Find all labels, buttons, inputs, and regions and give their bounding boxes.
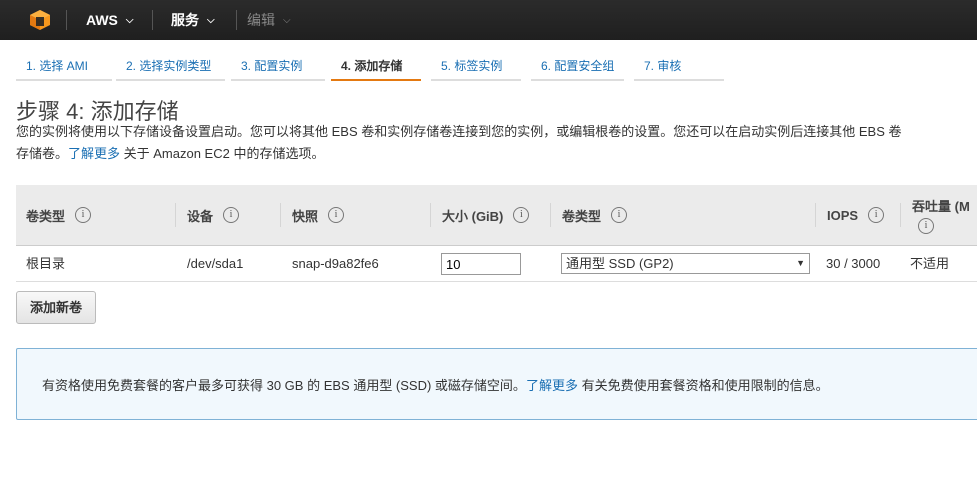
column-header-iops[interactable]: IOPS i [827,185,885,245]
column-header-snapshot[interactable]: 快照 i [292,185,345,245]
column-divider [815,203,816,227]
column-header-device[interactable]: 设备 i [187,185,240,245]
learn-more-link[interactable]: 了解更多 [526,378,578,393]
column-divider [175,203,176,227]
info-text: 有资格使用免费套餐的客户最多可获得 30 GB 的 EBS 通用型 (SSD) … [42,378,526,393]
step-label: 6. 配置安全组 [541,59,615,73]
column-header-label: IOPS [827,207,859,223]
step-underline [331,79,421,81]
step-underline [16,79,112,81]
nav-divider [236,10,237,30]
step-label: 3. 配置实例 [241,59,303,73]
nav-divider [66,10,67,30]
step-review[interactable]: 7. 审核 [634,57,724,81]
info-icon[interactable]: i [223,207,240,223]
step-configure-security-group[interactable]: 6. 配置安全组 [531,57,624,81]
step-underline [116,79,225,81]
edit-menu-label: 编辑 [247,12,275,28]
info-icon[interactable]: i [868,207,885,223]
info-icon[interactable]: i [611,207,628,223]
table-header: 卷类型 i 设备 i 快照 i 大小 (GiB) i 卷类型 i IOPS i 吞吐量 (M… [16,185,977,246]
nav-divider [152,10,153,30]
info-icon[interactable]: i [328,207,345,223]
cell-throughput: 不适用 [910,256,950,271]
cell-volume-type: 根目录 [26,256,66,271]
step-configure-instance[interactable]: 3. 配置实例 [231,57,325,81]
page-description: 您的实例将使用以下存储设备设置启动。您可以将其他 EBS 卷和实例存储卷连接到您… [16,121,977,165]
services-menu[interactable]: 服务 ⌵ [171,0,215,40]
column-header-label: 卷类型 [562,208,602,224]
chevron-down-icon: ⌵ [283,15,291,27]
step-underline [431,79,521,81]
step-label: 5. 标签实例 [441,59,503,73]
cell-device: /dev/sda1 [187,256,244,271]
aws-menu[interactable]: AWS ⌵ [86,0,133,40]
info-icon[interactable]: i [75,207,92,223]
top-navbar: AWS ⌵ 服务 ⌵ 编辑 ⌵ [0,0,977,40]
column-divider [280,203,281,227]
step-tag-instance[interactable]: 5. 标签实例 [431,57,521,81]
volume-type-selected: 通用型 SSD (GP2) [566,256,674,271]
info-icon[interactable]: i [513,207,530,223]
aws-cube-logo-icon[interactable] [29,9,51,31]
cell-snapshot: snap-d9a82fe6 [292,256,379,271]
column-divider [430,203,431,227]
services-menu-label: 服务 [171,12,199,28]
step-add-storage[interactable]: 4. 添加存储 [331,57,421,81]
info-text: 有关免费使用套餐资格和使用限制的信息。 [577,378,829,393]
edit-menu[interactable]: 编辑 ⌵ [247,0,291,40]
aws-menu-label: AWS [86,12,118,28]
step-choose-instance-type[interactable]: 2. 选择实例类型 [116,57,225,81]
column-divider [900,203,901,227]
step-underline [231,79,325,81]
description-text: 关于 Amazon EC2 中的存储选项。 [120,146,325,161]
column-divider [550,203,551,227]
column-header-throughput[interactable]: 吞吐量 (M i [912,185,970,245]
column-header-label: 大小 (GiB) [442,208,504,224]
info-icon[interactable]: i [918,218,934,234]
column-header-volume-type[interactable]: 卷类型 i [26,185,92,245]
add-new-volume-button[interactable]: 添加新卷 [16,291,96,324]
description-text: 存储卷。 [16,146,69,161]
step-choose-ami[interactable]: 1. 选择 AMI [16,57,112,81]
step-label: 1. 选择 AMI [26,59,89,73]
volume-type-select[interactable]: 通用型 SSD (GP2) ▼ [561,253,810,274]
chevron-down-icon: ⌵ [125,15,134,27]
cell-iops: 30 / 3000 [826,256,881,271]
free-tier-info-box: 有资格使用免费套餐的客户最多可获得 30 GB 的 EBS 通用型 (SSD) … [16,348,977,420]
step-label: 4. 添加存储 [341,59,403,73]
step-underline [634,79,724,81]
info-box-text: 有资格使用免费套餐的客户最多可获得 30 GB 的 EBS 通用型 (SSD) … [42,375,829,394]
column-header-ebs-volume-type[interactable]: 卷类型 i [562,185,628,245]
column-header-label: 吞吐量 (M [912,199,970,214]
step-underline [531,79,624,81]
step-label: 2. 选择实例类型 [126,59,212,73]
learn-more-link[interactable]: 了解更多 [68,146,120,161]
column-header-size[interactable]: 大小 (GiB) i [442,185,530,245]
size-input[interactable] [441,253,521,275]
column-header-label: 设备 [187,208,214,224]
description-line-2: 存储卷。了解更多 关于 Amazon EC2 中的存储选项。 [16,143,977,165]
column-header-label: 快照 [292,208,319,224]
step-label: 7. 审核 [644,59,682,73]
table-row: 根目录 /dev/sda1 snap-d9a82fe6 通用型 SSD (GP2… [16,246,977,282]
description-line-1: 您的实例将使用以下存储设备设置启动。您可以将其他 EBS 卷和实例存储卷连接到您… [16,124,902,139]
column-header-label: 卷类型 [26,208,66,224]
dropdown-arrow-icon: ▼ [796,258,805,268]
chevron-down-icon: ⌵ [207,15,215,27]
